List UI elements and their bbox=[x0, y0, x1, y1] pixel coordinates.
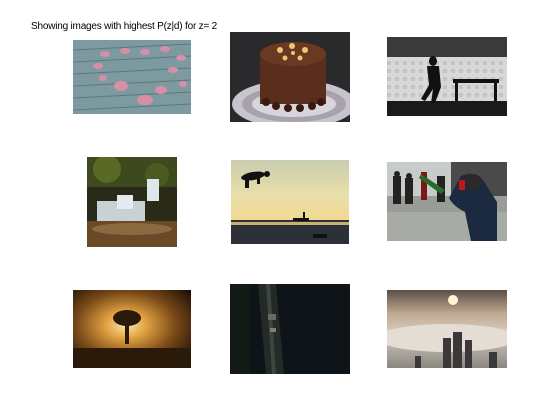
image-sunset-tree bbox=[73, 290, 191, 368]
image-forest-waterfall bbox=[87, 157, 177, 247]
image-dark-aerial-road bbox=[230, 284, 350, 374]
image-man-silhouette-bench bbox=[387, 37, 507, 116]
image-flower-petals bbox=[73, 40, 191, 114]
image-skater-sunset-sea bbox=[231, 160, 349, 244]
image-foggy-skyline-sunrise bbox=[387, 290, 507, 368]
figure-caption: Showing images with highest P(z|d) for z… bbox=[31, 21, 218, 32]
image-street-bottle-player bbox=[387, 162, 507, 241]
image-chocolate-cake bbox=[230, 32, 350, 122]
